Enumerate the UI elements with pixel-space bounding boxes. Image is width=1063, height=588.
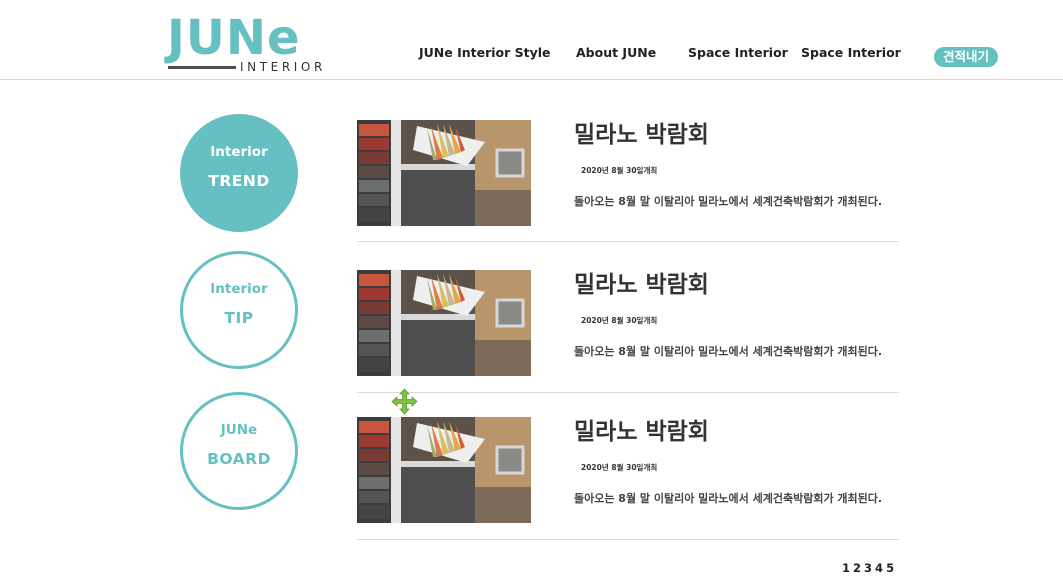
logo-underline — [168, 66, 236, 69]
post-title[interactable]: 밀라노 박람회 — [574, 120, 709, 150]
page-link-4[interactable]: 4 — [875, 561, 883, 575]
logo-main-text: JUNe — [167, 10, 301, 66]
pagination: 12345 — [842, 557, 897, 575]
sidebar-item-line1: Interior — [210, 144, 268, 160]
color-swatch-image — [357, 270, 531, 376]
logo[interactable]: JUNe INTERIOR — [167, 12, 347, 76]
post-thumbnail[interactable] — [357, 120, 531, 226]
move-arrows-icon[interactable] — [391, 388, 418, 415]
post-item: 밀라노 박람회 2020년 8월 30일개최 돌아오는 8월 말 이탈리아 밀라… — [357, 417, 899, 567]
page-link-5[interactable]: 5 — [886, 561, 894, 575]
color-swatch-image — [357, 120, 531, 226]
divider — [357, 392, 899, 393]
sidebar-item-june-board[interactable]: JUNe BOARD — [180, 392, 298, 510]
post-date: 2020년 8월 30일개최 — [581, 166, 658, 175]
divider — [357, 539, 899, 540]
site-header: JUNe INTERIOR JUNe Interior Style About … — [0, 0, 1063, 80]
sidebar-item-line2: TREND — [208, 172, 270, 190]
color-swatch-image — [357, 417, 531, 523]
divider — [357, 241, 899, 242]
post-thumbnail[interactable] — [357, 270, 531, 376]
post-title[interactable]: 밀라노 박람회 — [574, 417, 709, 447]
page-link-2[interactable]: 2 — [853, 561, 861, 575]
post-date: 2020년 8월 30일개최 — [581, 316, 658, 325]
sidebar-item-interior-trend[interactable]: Interior TREND — [180, 114, 298, 232]
post-item: 밀라노 박람회 2020년 8월 30일개최 돌아오는 8월 말 이탈리아 밀라… — [357, 270, 899, 420]
nav-space-interior-2[interactable]: Space Interior — [801, 45, 901, 61]
page-link-1[interactable]: 1 — [842, 561, 850, 575]
logo-sub-text: INTERIOR — [240, 60, 326, 74]
page-link-3[interactable]: 3 — [864, 561, 872, 575]
sidebar-item-interior-tip[interactable]: Interior TIP — [180, 251, 298, 369]
sidebar-item-line1: JUNe — [220, 422, 258, 438]
post-title[interactable]: 밀라노 박람회 — [574, 270, 709, 300]
sidebar-item-line2: BOARD — [207, 450, 271, 468]
post-thumbnail[interactable] — [357, 417, 531, 523]
nav-space-interior-1[interactable]: Space Interior — [688, 45, 788, 61]
post-description: 돌아오는 8월 말 이탈리아 밀라노에서 세계건축박람회가 개최된다. — [574, 492, 883, 505]
sidebar-item-line1: Interior — [210, 281, 268, 297]
nav-interior-style[interactable]: JUNe Interior Style — [419, 45, 551, 61]
post-date: 2020년 8월 30일개최 — [581, 463, 658, 472]
quote-button[interactable]: 견적내기 — [934, 47, 998, 67]
sidebar-item-line2: TIP — [224, 309, 254, 327]
post-description: 돌아오는 8월 말 이탈리아 밀라노에서 세계건축박람회가 개최된다. — [574, 195, 883, 208]
post-description: 돌아오는 8월 말 이탈리아 밀라노에서 세계건축박람회가 개최된다. — [574, 345, 883, 358]
post-item: 밀라노 박람회 2020년 8월 30일개최 돌아오는 8월 말 이탈리아 밀라… — [357, 120, 899, 270]
nav-about-june[interactable]: About JUNe — [576, 45, 656, 61]
